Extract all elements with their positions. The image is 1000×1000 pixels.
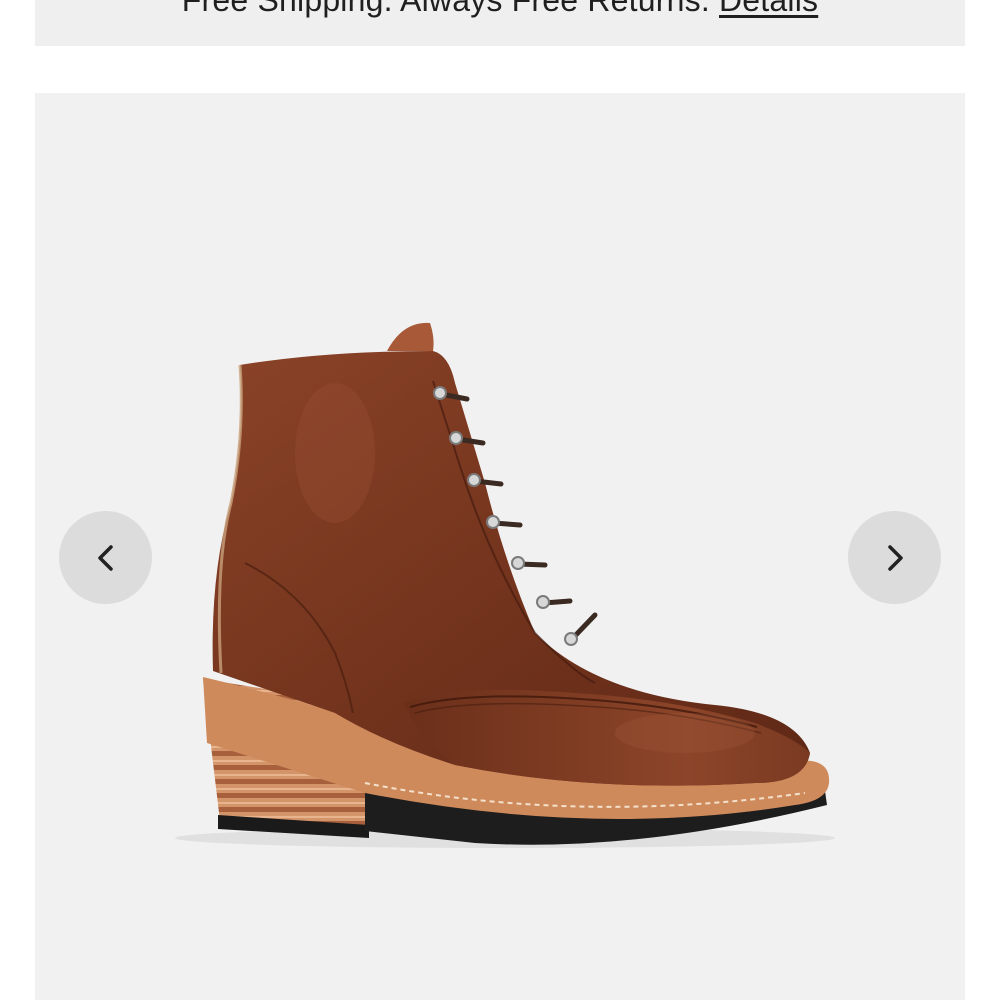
previous-image-button[interactable] [59,511,152,604]
product-image [175,322,835,848]
chevron-right-icon [887,544,903,571]
promo-message: Free Shipping. Always Free Returns. Deta… [35,0,965,19]
promo-details-link[interactable]: Details [719,0,818,18]
chevron-left-icon [97,544,113,571]
next-image-button[interactable] [848,511,941,604]
product-page: Free Shipping. Always Free Returns. Deta… [0,0,1000,1000]
product-image-gallery[interactable] [35,93,965,1000]
promo-text: Free Shipping. Always Free Returns. [181,0,710,18]
promo-banner: Free Shipping. Always Free Returns. Deta… [35,0,965,46]
